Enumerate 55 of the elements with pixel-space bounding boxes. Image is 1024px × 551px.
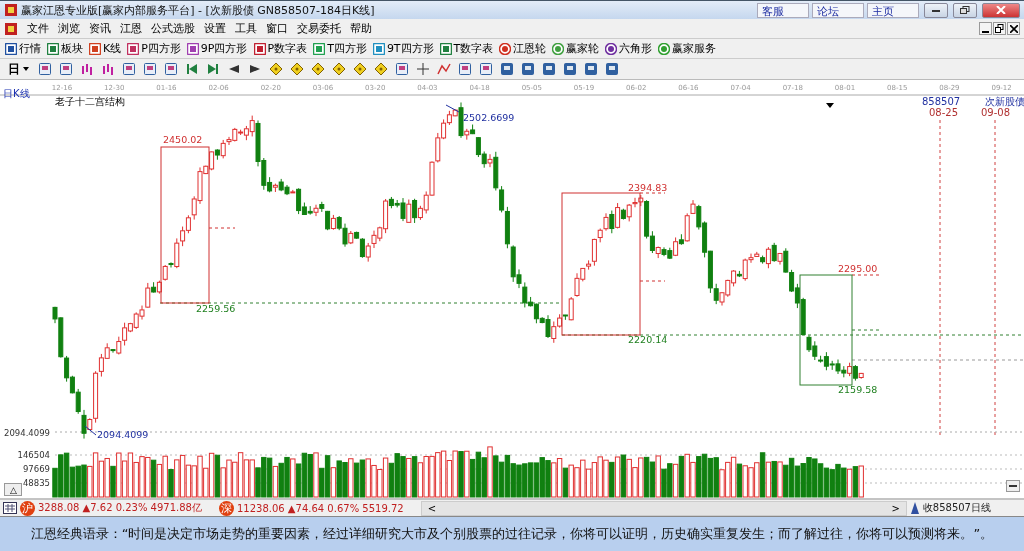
price-label: 2450.02 <box>163 134 203 145</box>
market-badge: 沪 <box>20 500 35 516</box>
future-date-label: 09-08 <box>981 107 1011 118</box>
volume-axis-label: 97669 <box>22 464 50 474</box>
toolbar-button[interactable]: 9T四方形 <box>371 41 435 56</box>
toolbar-button[interactable]: P四方形 <box>126 41 182 56</box>
menu-item[interactable]: 帮助 <box>350 21 372 36</box>
toolbar-button[interactable]: T四方形 <box>312 41 368 56</box>
volume-axis-label: 48835 <box>22 478 50 488</box>
stock-name: 次新股债 <box>985 96 1024 107</box>
toolbar-button[interactable]: 板块 <box>46 41 84 56</box>
menu-item[interactable]: 设置 <box>204 21 226 36</box>
index-quote: 3288.08 ▲7.62 0.23% 4971.88亿 <box>38 501 202 515</box>
toolbar-button[interactable]: K线 <box>88 41 123 56</box>
scroll-left-button[interactable]: < <box>421 502 443 514</box>
toolbar-button[interactable]: 赢家轮 <box>551 41 601 56</box>
window-title: 赢家江恩专业版[赢家内部服务平台] - [次新股债 GN858507-184日K线] <box>21 2 375 18</box>
status-text: 收858507日线 <box>922 501 992 515</box>
period-dropdown[interactable]: 日 <box>4 60 33 78</box>
price-label: 2220.14 <box>628 334 668 345</box>
menu-item[interactable]: 窗口 <box>266 21 288 36</box>
toolbar-button[interactable]: 赢家服务 <box>657 41 718 56</box>
menu-item[interactable]: 交易委托 <box>297 21 341 36</box>
toolbar-button[interactable]: 行情 <box>4 41 42 56</box>
menu-item[interactable]: 公式选股 <box>151 21 195 36</box>
price-label: 2394.83 <box>628 182 668 193</box>
market-badge: 深 <box>218 500 234 516</box>
future-date-label: 08-25 <box>929 107 959 118</box>
menu-item[interactable]: 文件 <box>27 21 49 36</box>
toolbar-button[interactable]: 六角形 <box>604 41 654 56</box>
menu-item[interactable]: 江恩 <box>120 21 142 36</box>
price-axis-label: 2094.4099 <box>4 428 50 438</box>
price-label: 2159.58 <box>838 384 878 395</box>
quote-text: 江恩经典语录：“时间是决定市场走势的重要因素，经过详细研究大市及个别股票的过往记录，你将可以证明，历史确实重复发生；而了解过往，你将可以预测将来。”。 <box>30 525 994 543</box>
collapse-button[interactable]: △ <box>4 483 22 496</box>
header-link[interactable]: 论坛 <box>812 2 864 18</box>
menu-item[interactable]: 浏览 <box>58 21 80 36</box>
toolbar-button[interactable]: 9P四方形 <box>185 41 249 56</box>
price-label: 2094.4099 <box>97 429 149 440</box>
study-title: 老子十二宫结构 <box>55 96 125 107</box>
header-link[interactable]: 客服 <box>757 2 809 18</box>
toolbar-button[interactable]: 江恩轮 <box>498 41 548 56</box>
toolbar-button[interactable]: T数字表 <box>438 41 495 56</box>
volume-axis-label: 146504 <box>17 450 50 460</box>
menu-item[interactable]: 工具 <box>235 21 257 36</box>
index-quote: 11238.06 ▲74.64 0.67% 5519.72 <box>236 502 404 514</box>
scroll-right-button[interactable]: > <box>885 502 906 514</box>
period-label: 日K线 <box>3 88 30 99</box>
toolbar-button[interactable]: P数字表 <box>252 41 309 56</box>
price-label: 2295.00 <box>838 263 878 274</box>
header-link[interactable]: 主页 <box>867 2 919 18</box>
menu-item[interactable]: 资讯 <box>89 21 111 36</box>
stock-code: 858507 <box>922 96 961 107</box>
price-label: 2259.56 <box>196 303 236 314</box>
price-label: 2502.6699 <box>463 112 515 123</box>
